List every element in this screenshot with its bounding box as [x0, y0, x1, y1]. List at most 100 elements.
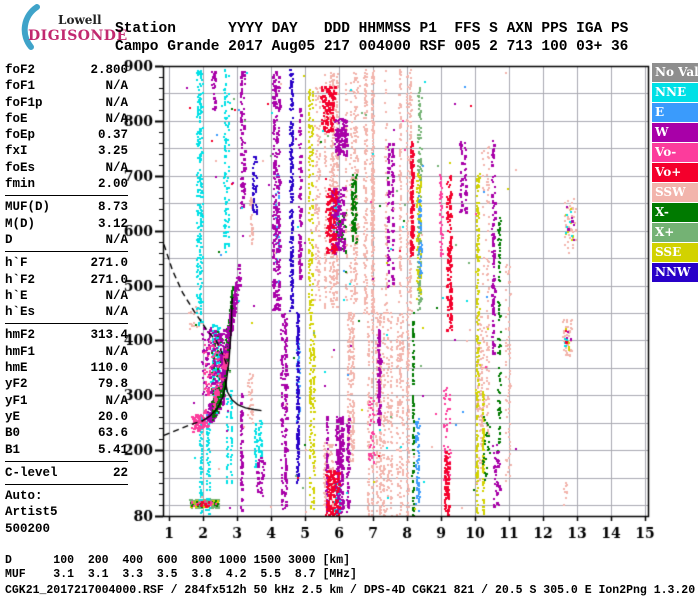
param-value: 22 [112, 465, 128, 480]
param-value: 3.25 [97, 144, 128, 159]
param-value: 79.8 [97, 377, 128, 392]
legend-item-vop: Vo+ [652, 163, 698, 182]
param-group-divider [5, 323, 128, 325]
param-row-artist5: Artist5 [5, 504, 128, 520]
param-row-fof2: foF2 2.800 [5, 62, 128, 78]
param-label: foEs [5, 160, 36, 175]
param-value: 20.0 [97, 409, 128, 424]
param-value: N/A [105, 288, 128, 303]
param-label: C-level [5, 465, 58, 480]
param-row-hes: h`Es N/A [5, 304, 128, 320]
param-row-hmf1: hmF1 N/A [5, 344, 128, 360]
legend-item-w: W [652, 123, 698, 142]
param-value: 271.0 [90, 256, 128, 271]
param-value: 271.0 [90, 272, 128, 287]
param-label: Artist5 [5, 505, 58, 520]
header-block: Station YYYY DAY DDD HHMMSS P1 FFS S AXN… [115, 20, 628, 56]
legend-item-xm: X- [652, 203, 698, 222]
param-value: N/A [105, 111, 128, 126]
param-group-divider [5, 195, 128, 197]
param-label: foE [5, 111, 28, 126]
param-group-divider [5, 251, 128, 253]
param-row-hmf2: hmF2 313.4 [5, 327, 128, 343]
param-label: Auto: [5, 489, 43, 504]
param-row-b0: B0 63.6 [5, 425, 128, 441]
param-group-divider [5, 484, 128, 486]
param-value: 5.41 [97, 442, 128, 457]
param-label: fmin [5, 177, 36, 192]
param-label: yF1 [5, 393, 28, 408]
param-label: B1 [5, 442, 21, 457]
legend-item-nv: No Val [652, 63, 698, 82]
d-distance-row: D 100 200 400 600 800 1000 1500 3000 [km… [5, 554, 351, 567]
legend-item-nne: NNE [652, 83, 698, 102]
logo-text-lowell: Lowell [58, 13, 102, 27]
param-row-md: M(D) 3.12 [5, 216, 128, 232]
param-row-he: h`E N/A [5, 288, 128, 304]
param-label: fxI [5, 144, 28, 159]
legend-item-vom: Vo- [652, 143, 698, 162]
param-label: hmF2 [5, 328, 36, 343]
param-row-foe: foE N/A [5, 111, 128, 127]
param-label: MUF(D) [5, 200, 51, 215]
logo-text-digisonde: DIGISONDE [28, 28, 128, 44]
param-label: yF2 [5, 377, 28, 392]
param-label: yE [5, 409, 21, 424]
legend-item-xp: X+ [652, 223, 698, 242]
param-row-hf2: h`F2 271.0 [5, 272, 128, 288]
param-label: B0 [5, 426, 21, 441]
param-row-clevel: C-level 22 [5, 465, 128, 481]
param-row-fof1: foF1 N/A [5, 78, 128, 94]
param-label: foF2 [5, 63, 36, 77]
legend-item-sse: SSE [652, 243, 698, 262]
legend-item-nnw: NNW [652, 263, 698, 282]
param-value: 3.12 [97, 216, 128, 231]
param-label: D [5, 232, 13, 247]
param-label: hmF1 [5, 344, 36, 359]
param-label: h`F [5, 256, 28, 271]
param-row-fmin: fmin 2.00 [5, 176, 128, 192]
param-value: 0.37 [97, 128, 128, 143]
param-label: hmE [5, 361, 28, 376]
param-value: N/A [105, 160, 128, 175]
param-label: h`E [5, 288, 28, 303]
param-label: h`F2 [5, 272, 36, 287]
param-group-divider [5, 460, 128, 462]
param-row-foep: foEp 0.37 [5, 127, 128, 143]
param-label: h`Es [5, 305, 36, 320]
param-row-yf1: yF1 N/A [5, 393, 128, 409]
param-row-d: D N/A [5, 232, 128, 248]
param-label: foEp [5, 128, 36, 143]
param-value: 110.0 [90, 361, 128, 376]
param-row-yf2: yF2 79.8 [5, 376, 128, 392]
header-column-titles: Station YYYY DAY DDD HHMMSS P1 FFS S AXN… [115, 21, 629, 37]
param-value: N/A [105, 344, 128, 359]
dmuf-table: D 100 200 400 600 800 1000 1500 3000 [km… [5, 554, 357, 582]
param-label: foF1p [5, 95, 43, 110]
parameter-panel: foF2 2.800 foF1 N/A foF1p N/A foE N/A foEp 0.37 fx… [5, 62, 128, 537]
param-value: 63.6 [97, 426, 128, 441]
param-value: 2.800 [90, 63, 128, 77]
param-row-500200: 500200 [5, 521, 128, 537]
param-value: N/A [105, 393, 128, 408]
param-row-hme: hmE 110.0 [5, 360, 128, 376]
param-row-mufd: MUF(D) 8.73 [5, 199, 128, 215]
status-line: CGK21_2017217004000.RSF / 284fx512h 50 k… [5, 584, 696, 597]
param-label: M(D) [5, 216, 36, 231]
param-label: 500200 [5, 521, 51, 536]
param-label: foF1 [5, 79, 36, 94]
param-value: N/A [105, 79, 128, 94]
param-row-auto: Auto: [5, 488, 128, 504]
param-value: 8.73 [97, 200, 128, 215]
legend-item-e: E [652, 103, 698, 122]
param-row-fxi: fxI 3.25 [5, 143, 128, 159]
param-row-ye: yE 20.0 [5, 409, 128, 425]
param-row-hf: h`F 271.0 [5, 255, 128, 271]
param-row-foes: foEs N/A [5, 160, 128, 176]
param-row-fof1p: foF1p N/A [5, 95, 128, 111]
muf-row: MUF 3.1 3.1 3.3 3.5 3.8 4.2 5.5 8.7 [MHz… [5, 568, 357, 581]
header-station-values: Campo Grande 2017 Aug05 217 004000 RSF 0… [115, 39, 629, 55]
param-value: 313.4 [90, 328, 128, 343]
lowell-digisonde-logo: Lowell DIGISONDE [6, 4, 127, 50]
param-value: N/A [105, 232, 128, 247]
